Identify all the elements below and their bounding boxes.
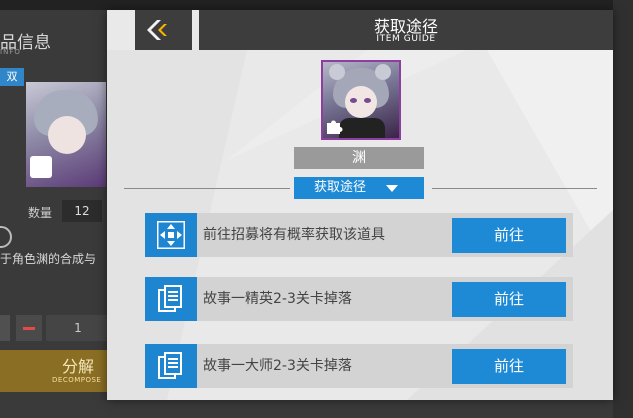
dialog-subtitle: ITEM GUIDE [376, 34, 436, 44]
dialog-header: 获取途径 ITEM GUIDE [199, 10, 613, 50]
route-text: 前往招募将有概率获取该道具 [203, 227, 385, 243]
route-text: 故事一精英2-3关卡掉落 [203, 291, 352, 307]
guide-tab-label: 获取途径 [314, 180, 367, 195]
item-name: 渊 [294, 147, 424, 169]
background-item-portrait [26, 82, 106, 187]
decompose-sub-label: DECOMPOSE [52, 376, 102, 384]
back-arrow-icon [147, 20, 167, 40]
route-row: 故事一大师2-3关卡掉落 前往 [145, 344, 573, 388]
item-portrait [321, 60, 401, 140]
go-button[interactable]: 前往 [452, 282, 566, 317]
document-icon [145, 277, 197, 321]
route-row: 前往招募将有概率获取该道具 前往 [145, 213, 573, 257]
background-quantity-value: 12 [62, 200, 102, 222]
background-decompose-button: 分解 DECOMPOSE [0, 350, 110, 392]
background-checkbox [0, 315, 10, 341]
guide-dropdown-tab[interactable]: 获取途径 [294, 177, 424, 199]
background-top-bar [0, 0, 633, 10]
background-radio-icon [0, 226, 12, 248]
background-stepper-value: 1 [46, 315, 110, 341]
item-guide-dialog: 获取途径 ITEM GUIDE 渊 获取途径 前往招募将有概率获取该道具 前往 … [107, 10, 613, 400]
minus-icon [23, 327, 35, 330]
go-button[interactable]: 前往 [452, 218, 566, 253]
route-row: 故事一精英2-3关卡掉落 前往 [145, 277, 573, 321]
route-text: 故事一大师2-3关卡掉落 [203, 358, 352, 374]
background-description: 于角色渊的合成与 [0, 252, 97, 266]
divider-left [124, 188, 290, 189]
recruit-icon [145, 213, 197, 257]
background-right-strip [613, 0, 633, 418]
puzzle-icon [327, 120, 343, 134]
decompose-label: 分解 [62, 357, 95, 376]
background-minus-button [16, 315, 42, 341]
chevron-down-icon [386, 185, 398, 192]
document-icon [145, 344, 197, 388]
background-tag: 双 [0, 68, 24, 86]
background-quantity-label: 数量 [28, 206, 53, 220]
go-button[interactable]: 前往 [452, 349, 566, 384]
puzzle-icon [30, 156, 52, 178]
divider-right [432, 188, 597, 189]
background-title-sub: INFO [0, 48, 21, 56]
back-button[interactable] [135, 10, 192, 50]
